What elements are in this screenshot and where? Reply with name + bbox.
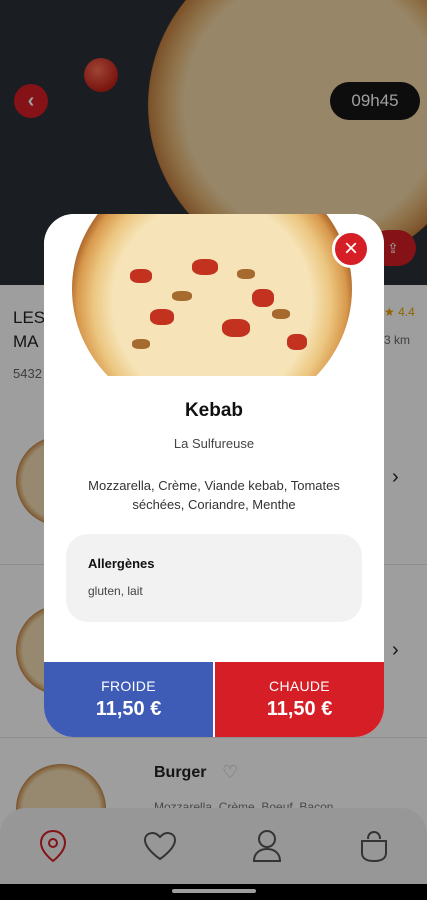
dish-title: Kebab bbox=[184, 400, 244, 421]
dish-ingredients: Mozzarella, Crème, Viande kebab, Tomates… bbox=[88, 478, 340, 512]
dish-detail-modal: Kebab La Sulfureuse Mozzarella, Crème, V… bbox=[44, 214, 384, 737]
add-hot-button[interactable]: CHAUDE 11,50 € bbox=[215, 662, 384, 737]
hot-label: CHAUDE bbox=[269, 678, 330, 694]
add-cold-button[interactable]: FROIDE 11,50 € bbox=[44, 662, 213, 737]
kebab-pizza-image bbox=[72, 214, 352, 376]
dish-image bbox=[44, 214, 384, 376]
hot-price: 11,50 € bbox=[266, 698, 333, 720]
close-icon: × bbox=[343, 235, 358, 262]
cold-label: FROIDE bbox=[101, 678, 156, 694]
dish-restaurant: La Sulfureuse bbox=[173, 436, 255, 451]
allergens-panel: Allergènes gluten, lait bbox=[66, 534, 362, 622]
allergens-title: Allergènes bbox=[88, 556, 155, 571]
allergens-list: gluten, lait bbox=[88, 584, 143, 598]
close-button[interactable]: × bbox=[332, 230, 370, 268]
cold-price: 11,50 € bbox=[95, 698, 162, 720]
